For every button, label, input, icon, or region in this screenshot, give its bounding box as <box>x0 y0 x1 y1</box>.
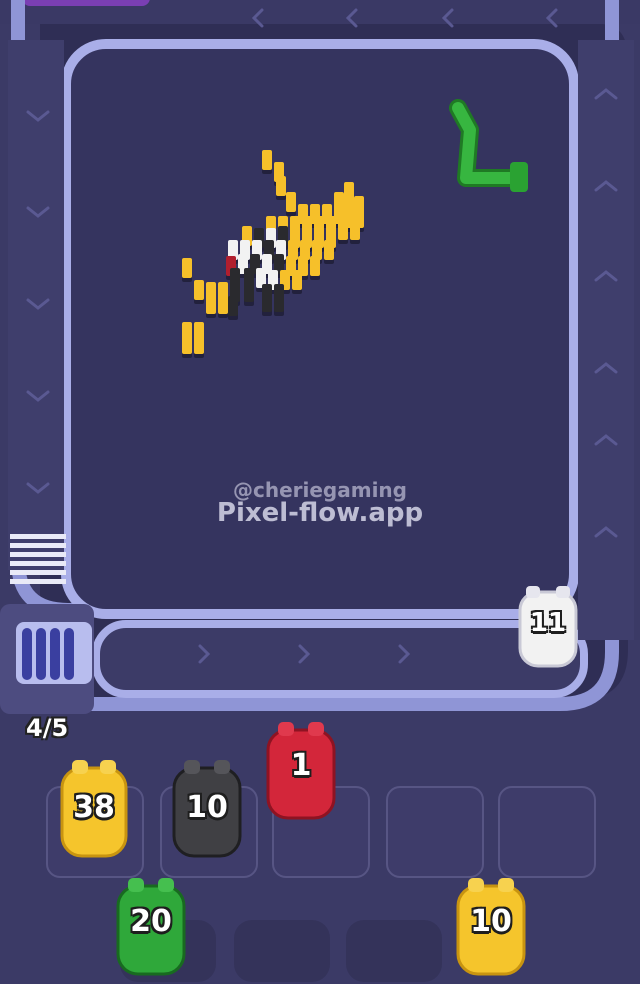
pixel-block-y <box>292 270 302 290</box>
pig-black-10[interactable]: 10 <box>168 758 246 862</box>
slot-5[interactable] <box>498 786 596 878</box>
pixel-block-y <box>310 256 320 276</box>
pixel-block-y <box>206 294 216 314</box>
pig-yellow-38[interactable]: 38 <box>56 758 132 862</box>
pixel-block-y <box>194 280 204 300</box>
pig-value: 10 <box>470 904 512 939</box>
pixel-block-y <box>350 220 360 240</box>
pig-red-1[interactable]: 1 <box>262 720 340 824</box>
right-lane <box>578 40 634 640</box>
pixel-block-k <box>274 292 284 312</box>
pixel-block-y <box>324 240 334 260</box>
pig-value: 10 <box>186 790 228 825</box>
pig-value: 20 <box>130 904 172 939</box>
pixel-block-y <box>218 294 228 314</box>
queue-count: 4/5 <box>26 714 69 742</box>
slot-4[interactable] <box>386 786 484 878</box>
pixel-block-k <box>228 296 238 316</box>
pixel-block-k <box>262 292 272 312</box>
pixel-block-y <box>338 220 348 240</box>
bottom-lane <box>96 624 584 694</box>
pixel-block-y <box>182 258 192 278</box>
pixel-board <box>66 44 574 614</box>
pixel-block-y <box>194 334 204 354</box>
pig-yellow-10[interactable]: 10 <box>452 876 530 980</box>
dock-shadow-2 <box>234 920 330 982</box>
watermark-site: Pixel-flow.app <box>216 498 424 528</box>
pig-value: 1 <box>290 748 312 783</box>
pixel-block-y <box>286 192 296 212</box>
pig-value: 38 <box>73 790 115 825</box>
pixel-block-k <box>244 282 254 302</box>
conveyor-pig-value: 11 <box>529 608 567 638</box>
pig-green-20[interactable]: 20 <box>112 876 190 980</box>
dock-shadow-3 <box>346 920 442 982</box>
pixel-block-y <box>262 150 272 170</box>
pixel-block-y <box>182 334 192 354</box>
pixel-block-y <box>276 176 286 196</box>
conveyor-pig: 11 <box>512 586 584 674</box>
